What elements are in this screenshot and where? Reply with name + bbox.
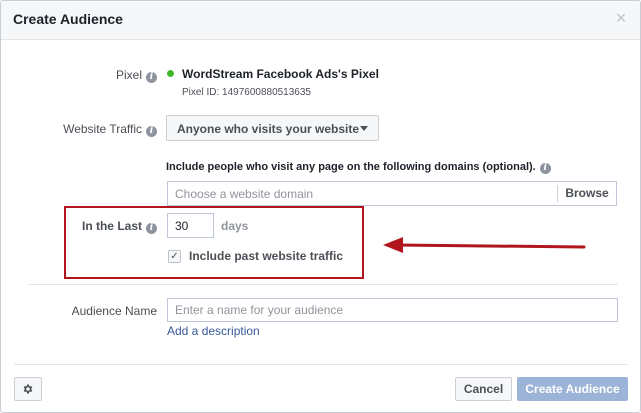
- settings-button[interactable]: [14, 377, 42, 401]
- create-audience-button[interactable]: Create Audience: [517, 377, 628, 401]
- info-icon[interactable]: i: [146, 126, 157, 137]
- annotation-arrow-icon: [383, 237, 586, 253]
- pixel-id: Pixel ID: 1497600880513635: [182, 87, 311, 98]
- include-past-traffic-label[interactable]: Include past website traffic: [189, 249, 343, 263]
- in-the-last-label: In the Last: [81, 219, 142, 233]
- annotation-highlight-box: [64, 206, 364, 279]
- domains-label-group: Include people who visit any page on the…: [166, 161, 551, 174]
- gear-icon: [23, 384, 33, 394]
- pixel-name: WordStream Facebook Ads's Pixel: [182, 67, 379, 81]
- pixel-label-group: Pixel i: [61, 68, 157, 83]
- caret-down-icon: [360, 126, 368, 131]
- in-the-last-label-group: In the Last i: [67, 219, 157, 234]
- domain-input-wrapper: Browse: [167, 181, 617, 206]
- audience-name-input[interactable]: [167, 298, 618, 322]
- include-past-traffic-checkbox[interactable]: ✓: [168, 250, 181, 263]
- days-unit-label: days: [221, 219, 249, 233]
- footer-divider: [14, 364, 628, 365]
- close-icon[interactable]: ×: [612, 9, 630, 27]
- domains-label: Include people who visit any page on the…: [166, 161, 536, 173]
- cancel-button[interactable]: Cancel: [455, 377, 512, 401]
- info-icon[interactable]: i: [539, 163, 551, 174]
- browse-button[interactable]: Browse: [557, 185, 616, 202]
- add-description-link[interactable]: Add a description: [167, 324, 260, 338]
- days-input[interactable]: [167, 213, 214, 238]
- dialog-title: Create Audience: [13, 11, 123, 27]
- dialog-header: Create Audience ×: [1, 1, 640, 40]
- divider: [28, 284, 618, 285]
- website-traffic-label-group: Website Traffic i: [31, 122, 157, 137]
- audience-name-label: Audience Name: [71, 304, 157, 318]
- pixel-status-dot: [167, 70, 174, 77]
- website-traffic-dropdown[interactable]: Anyone who visits your website: [166, 115, 379, 141]
- domain-input[interactable]: [168, 182, 563, 205]
- website-traffic-label: Website Traffic: [63, 122, 142, 136]
- pixel-label: Pixel: [115, 68, 142, 82]
- website-traffic-selected: Anyone who visits your website: [177, 122, 360, 136]
- create-audience-dialog: Create Audience × Pixel i WordStream Face…: [0, 0, 641, 413]
- info-icon[interactable]: i: [146, 223, 157, 234]
- info-icon[interactable]: i: [146, 72, 157, 83]
